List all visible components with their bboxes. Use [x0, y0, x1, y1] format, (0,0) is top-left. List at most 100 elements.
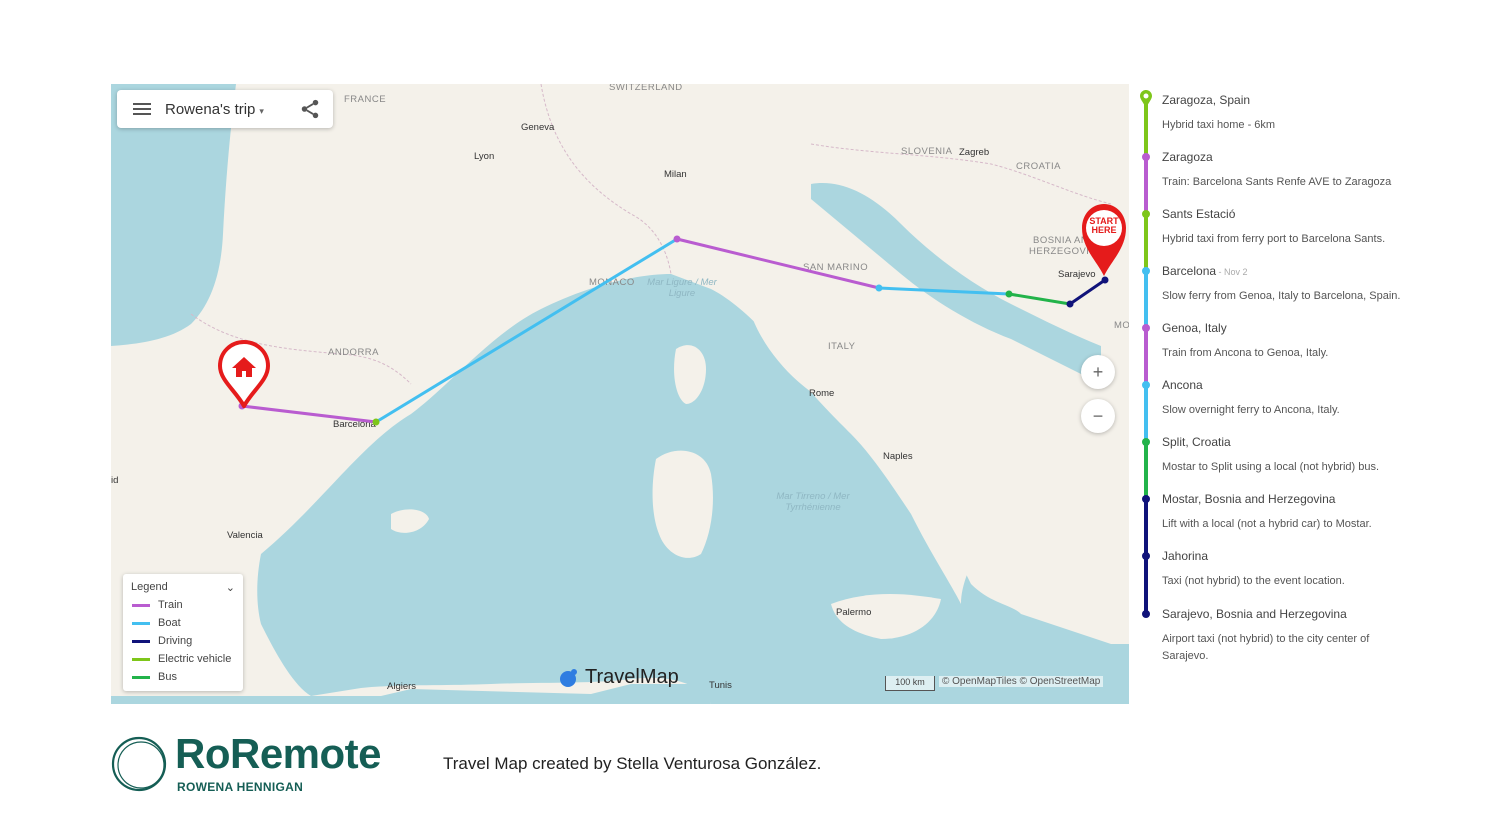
stop-name: Ancona — [1162, 378, 1203, 392]
route-driving-sarajevo — [1069, 278, 1106, 306]
map-attribution[interactable]: © OpenMapTiles © OpenStreetMap — [939, 676, 1104, 687]
timeline-stop[interactable]: Zaragoza Train: Barcelona Sants Renfe AV… — [1162, 150, 1442, 191]
timeline-dot — [1142, 324, 1150, 332]
stop-description: Train: Barcelona Sants Renfe AVE to Zara… — [1162, 176, 1392, 188]
timeline-dot — [1142, 438, 1150, 446]
stop-name: Mostar, Bosnia and Herzegovina — [1162, 492, 1336, 506]
brand-name: TravelMap — [585, 666, 679, 688]
legend-swatch — [132, 639, 150, 643]
timeline-dot — [1142, 495, 1150, 503]
chevron-down-icon: ▾ — [259, 105, 264, 116]
start-here-marker-icon[interactable] — [1079, 202, 1129, 278]
trip-map[interactable]: FRANCE SWITZERLAND SLOVENIA CROATIA BOSN… — [111, 84, 1129, 704]
scale-bar: 100 km — [885, 676, 935, 691]
legend-title: Legend — [131, 581, 168, 593]
timeline-dot — [1142, 381, 1150, 389]
timeline-stop[interactable]: Sarajevo, Bosnia and Herzegovina Airport… — [1162, 607, 1402, 665]
legend-item: Driving — [123, 632, 243, 650]
zoom-out-button[interactable]: − — [1081, 399, 1115, 433]
stop-dot — [673, 235, 681, 243]
timeline-segment — [1144, 328, 1148, 385]
home-marker-icon[interactable] — [217, 340, 271, 408]
timeline-stop[interactable]: Ancona Slow overnight ferry to Ancona, I… — [1162, 378, 1442, 419]
location-pin-icon — [1140, 90, 1152, 108]
legend-label: Boat — [158, 617, 181, 629]
route-boat-genoa-barcelona — [375, 237, 678, 424]
stop-description: Lift with a local (not a hybrid car) to … — [1162, 518, 1372, 530]
stop-description: Hybrid taxi home - 6km — [1162, 119, 1276, 131]
start-here-label: START HERE — [1089, 216, 1119, 235]
route-bus-mostar-split — [1008, 292, 1071, 306]
trip-title: Rowena's trip — [165, 100, 256, 118]
chevron-down-icon[interactable]: ⌄ — [226, 581, 235, 594]
legend-swatch — [132, 657, 150, 661]
logo-subtitle: ROWENA HENNIGAN — [177, 780, 304, 794]
timeline-dot — [1142, 153, 1150, 161]
legend-panel: Legend ⌄ Train Boat Driving Electric veh… — [123, 574, 243, 691]
legend-item: Train — [123, 596, 243, 614]
zoom-in-button[interactable]: + — [1081, 355, 1115, 389]
roremote-logo: RoRemote ROWENA HENNIGAN — [111, 730, 382, 799]
legend-item: Bus — [123, 668, 243, 686]
logo-wordmark: RoRemote — [175, 730, 382, 777]
stop-name: Sarajevo, Bosnia and Herzegovina — [1162, 607, 1347, 621]
timeline-stop[interactable]: Zaragoza, Spain Hybrid taxi home - 6km — [1162, 93, 1442, 134]
stop-description: Taxi (not hybrid) to the event location. — [1162, 575, 1345, 587]
map-credit: Travel Map created by Stella Venturosa G… — [443, 754, 822, 773]
timeline-segment — [1144, 214, 1148, 271]
timeline-segment — [1144, 385, 1148, 442]
timeline-stop[interactable]: Mostar, Bosnia and Herzegovina Lift with… — [1162, 492, 1442, 533]
trip-title-dropdown[interactable]: Rowena's trip ▾ — [165, 101, 299, 118]
travelmap-logo-icon — [560, 668, 577, 687]
timeline-dot — [1142, 552, 1150, 560]
stop-name: Genoa, Italy — [1162, 321, 1227, 335]
timeline-segment — [1144, 157, 1148, 214]
stop-description: Slow overnight ferry to Ancona, Italy. — [1162, 404, 1340, 416]
timeline-stop[interactable]: Jahorina Taxi (not hybrid) to the event … — [1162, 549, 1442, 590]
timeline-segment — [1144, 271, 1148, 328]
legend-swatch — [132, 603, 150, 607]
legend-swatch — [132, 675, 150, 679]
stop-name: Barcelona — [1162, 264, 1217, 278]
stop-name: Jahorina — [1162, 549, 1209, 563]
logo-circle-icon — [111, 736, 167, 792]
legend-label: Bus — [158, 671, 177, 683]
legend-header[interactable]: Legend ⌄ — [123, 574, 243, 596]
share-icon[interactable] — [299, 98, 321, 120]
timeline-dot — [1142, 267, 1150, 275]
trip-header: Rowena's trip ▾ — [117, 90, 333, 128]
stop-description: Mostar to Split using a local (not hybri… — [1162, 461, 1380, 473]
stop-description: Airport taxi (not hybrid) to the city ce… — [1162, 633, 1370, 662]
stop-date: - Nov 2 — [1216, 267, 1248, 277]
timeline-stop[interactable]: Sants Estació Hybrid taxi from ferry por… — [1162, 207, 1442, 248]
stop-description: Train from Ancona to Genoa, Italy. — [1162, 347, 1329, 359]
travelmap-brand[interactable]: TravelMap — [557, 666, 679, 689]
stop-dot — [1066, 300, 1074, 308]
stop-name: Sants Estació — [1162, 207, 1236, 221]
legend-item: Electric vehicle — [123, 650, 243, 668]
route-boat-split-ancona — [878, 286, 1010, 296]
stop-name: Zaragoza, Spain — [1162, 93, 1251, 107]
timeline-stop[interactable]: Barcelona - Nov 2 Slow ferry from Genoa,… — [1162, 264, 1442, 305]
legend-item: Boat — [123, 614, 243, 632]
route-train-zaragoza — [241, 404, 377, 424]
stop-name: Split, Croatia — [1162, 435, 1231, 449]
timeline-stop[interactable]: Genoa, Italy Train from Ancona to Genoa,… — [1162, 321, 1442, 362]
legend-label: Electric vehicle — [158, 653, 232, 665]
stop-description: Hybrid taxi from ferry port to Barcelona… — [1162, 233, 1386, 245]
route-train-ancona-genoa — [676, 237, 880, 290]
legend-label: Train — [158, 599, 183, 611]
stop-dot — [1005, 290, 1013, 298]
timeline-dot — [1142, 610, 1150, 618]
timeline-segment — [1144, 442, 1148, 499]
stop-dot — [372, 418, 380, 426]
trip-timeline: Zaragoza, Spain Hybrid taxi home - 6km Z… — [1138, 86, 1438, 686]
legend-label: Driving — [158, 635, 193, 647]
timeline-stop[interactable]: Split, Croatia Mostar to Split using a l… — [1162, 435, 1442, 476]
stop-dot — [875, 284, 883, 292]
menu-icon[interactable] — [133, 100, 151, 118]
stop-name: Zaragoza — [1162, 150, 1213, 164]
stop-description: Slow ferry from Genoa, Italy to Barcelon… — [1162, 290, 1401, 302]
timeline-dot — [1142, 210, 1150, 218]
legend-swatch — [132, 621, 150, 625]
